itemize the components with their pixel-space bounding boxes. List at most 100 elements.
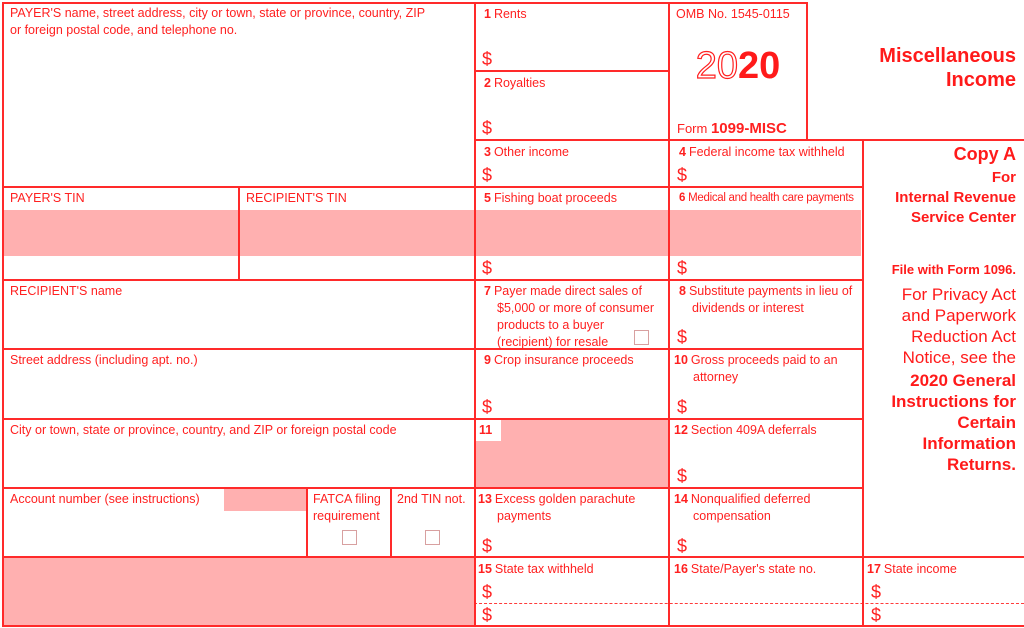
divider xyxy=(2,186,862,188)
shaded-account-number xyxy=(224,488,306,511)
form-number: 1099-MISC xyxy=(710,120,787,137)
divider xyxy=(474,2,476,627)
account-number-label: Account number (see instructions) xyxy=(10,492,200,506)
divider xyxy=(474,139,1024,141)
divider xyxy=(2,625,1024,627)
box-10-text: Gross proceeds paid to an xyxy=(690,353,838,367)
box-9-text: Crop insurance proceeds xyxy=(493,353,634,367)
divider xyxy=(668,2,670,627)
box-13-label: 13 Excess golden parachute payments xyxy=(478,491,635,525)
box-7-text: Payer made direct sales of xyxy=(493,284,642,298)
instructions-line: Certain xyxy=(957,413,1016,432)
box-1-label: 1 Rents xyxy=(484,6,527,23)
privacy-line: Reduction Act xyxy=(911,327,1016,346)
box-4-label: 4 Federal income tax withheld xyxy=(679,144,845,161)
box-12-text: Section 409A deferrals xyxy=(690,423,817,437)
box-2-dollar: $ xyxy=(482,118,493,138)
privacy-line: For Privacy Act xyxy=(901,285,1016,304)
fatca-checkbox[interactable] xyxy=(342,530,357,545)
box-7-label: 7 Payer made direct sales of $5,000 or mo… xyxy=(484,283,654,351)
box-9-label: 9 Crop insurance proceeds xyxy=(484,352,634,369)
box-2-label: 2 Royalties xyxy=(484,75,545,92)
box-10-dollar: $ xyxy=(677,397,688,417)
fatca-label-line1: FATCA filing xyxy=(313,492,381,506)
payer-name-label-line1: PAYER'S name, street address, city or to… xyxy=(10,6,426,20)
fatca-label-line2: requirement xyxy=(313,509,380,523)
omb-number: OMB No. 1545-0115 xyxy=(676,7,790,21)
box-4-number: 4 xyxy=(679,145,686,159)
box-3-label: 3 Other income xyxy=(484,144,569,161)
box-12-dollar: $ xyxy=(677,466,688,486)
box-13-dollar: $ xyxy=(482,536,493,556)
box-8-label: 8 Substitute payments in lieu of dividend… xyxy=(679,283,852,317)
box-16-number: 16 xyxy=(674,562,688,576)
box-14-dollar: $ xyxy=(677,536,688,556)
box-9-dollar: $ xyxy=(482,397,493,417)
box-8-text: Substitute payments in lieu of xyxy=(688,284,853,298)
form-name: Form 1099-MISC xyxy=(677,120,787,137)
box-8-number: 8 xyxy=(679,284,686,298)
tax-year: 2020 xyxy=(668,45,808,87)
box-8-dollar: $ xyxy=(677,327,688,347)
second-tin-label: 2nd TIN not. xyxy=(397,492,466,506)
box-14-number: 14 xyxy=(674,492,688,506)
box-12-number: 12 xyxy=(674,423,688,437)
copy-label: Copy A xyxy=(953,144,1016,164)
file-with-note: File with Form 1096. xyxy=(891,262,1016,277)
box-9-number: 9 xyxy=(484,353,491,367)
divider xyxy=(2,348,862,350)
box-5-label: 5 Fishing boat proceeds xyxy=(484,190,617,207)
divider xyxy=(2,2,4,627)
box-7-number: 7 xyxy=(484,284,491,298)
box-3-number: 3 xyxy=(484,145,491,159)
box-12-label: 12 Section 409A deferrals xyxy=(674,422,817,439)
box-7-text: $5,000 or more of consumer xyxy=(497,301,655,315)
box-10-label: 10 Gross proceeds paid to an attorney xyxy=(674,352,838,386)
instructions-line: Information xyxy=(922,434,1017,453)
box-14-label: 14 Nonqualified deferred compensation xyxy=(674,491,810,525)
instructions-line: Instructions for xyxy=(891,392,1016,411)
box-1-number: 1 xyxy=(484,7,491,21)
second-tin-checkbox[interactable] xyxy=(425,530,440,545)
box-2-number: 2 xyxy=(484,76,491,90)
form-1099-misc: PAYER'S name, street address, city or to… xyxy=(0,0,1024,628)
payer-name-label-line2: or foreign postal code, and telephone no… xyxy=(10,23,238,37)
box-5-text: Fishing boat proceeds xyxy=(493,191,617,205)
instructions-line: 2020 General xyxy=(910,371,1016,390)
divider xyxy=(474,70,668,72)
box-6-number: 6 xyxy=(679,192,686,204)
box-14-text: compensation xyxy=(693,509,771,523)
box-1-text: Rents xyxy=(493,7,527,21)
copy-irs-line2: Service Center xyxy=(910,209,1016,226)
box-13-number: 13 xyxy=(478,492,492,506)
shaded-bottom-left xyxy=(3,558,474,626)
divider xyxy=(238,186,240,280)
box-15-text: State tax withheld xyxy=(494,562,594,576)
box-14-text: Nonqualified deferred xyxy=(690,492,811,506)
box-16-label: 16 State/Payer's state no. xyxy=(674,561,816,578)
divider xyxy=(2,2,808,4)
tax-year-solid: 20 xyxy=(738,45,781,87)
form-prefix: Form xyxy=(677,121,708,136)
fatca-label: FATCA filing requirement xyxy=(313,491,381,525)
recipient-name-label: RECIPIENT'S name xyxy=(10,284,123,298)
box-13-text: Excess golden parachute xyxy=(494,492,636,506)
divider xyxy=(2,418,862,420)
box-11-label: 11 xyxy=(479,422,495,439)
shaded-box-11 xyxy=(475,419,668,487)
copy-irs-line1: Internal Revenue xyxy=(895,189,1016,206)
box-10-number: 10 xyxy=(674,353,688,367)
box-7-text: (recipient) for resale xyxy=(497,335,609,349)
form-title-line2: Income xyxy=(945,69,1016,91)
box-7-checkbox[interactable] xyxy=(634,330,649,345)
box-2-text: Royalties xyxy=(493,76,546,90)
box-3-text: Other income xyxy=(493,145,569,159)
divider xyxy=(390,487,392,557)
box-13-text: payments xyxy=(497,509,552,523)
box-7-text: products to a buyer xyxy=(497,318,605,332)
privacy-line: and Paperwork xyxy=(901,306,1016,325)
street-address-label: Street address (including apt. no.) xyxy=(10,353,198,367)
box-17-dollar-1: $ xyxy=(871,582,882,602)
copy-for: For xyxy=(991,169,1016,186)
dashed-divider xyxy=(474,603,1024,604)
